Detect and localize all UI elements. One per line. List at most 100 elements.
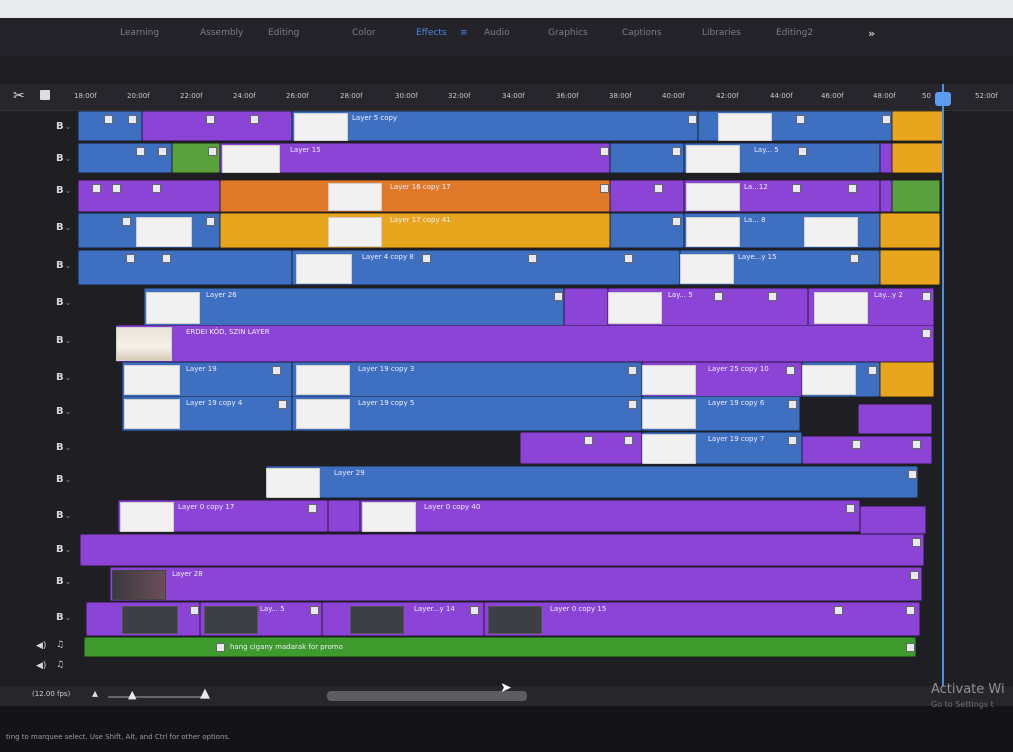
playhead-handle[interactable] xyxy=(935,92,951,106)
clip-layer-25-copy-10[interactable]: Layer 25 copy 10 xyxy=(642,362,802,397)
tab-editing2[interactable]: Editing2 xyxy=(776,28,813,38)
clip[interactable] xyxy=(328,500,360,532)
speaker-icon[interactable]: ◀) xyxy=(36,661,46,671)
film-icon[interactable]: Β xyxy=(56,121,64,132)
film-icon[interactable]: Β xyxy=(56,222,64,233)
snap-icon[interactable] xyxy=(40,90,50,100)
clip-layer-19-copy-5[interactable]: Layer 19 copy 5 xyxy=(292,396,642,431)
playhead-line[interactable] xyxy=(942,84,944,686)
track-3-header[interactable]: Β ⌄ xyxy=(0,175,78,205)
film-icon[interactable]: Β xyxy=(56,335,64,346)
clip[interactable] xyxy=(880,250,940,285)
clip[interactable] xyxy=(86,602,200,636)
clip-layer-0-copy-17[interactable]: Layer 0 copy 17 xyxy=(118,500,328,532)
clip[interactable] xyxy=(78,143,172,173)
chevron-down-icon[interactable]: ⌄ xyxy=(65,186,72,195)
track-9-header[interactable]: Β ⌄ xyxy=(0,396,78,426)
clip-layer-19[interactable]: Layer 19 xyxy=(122,362,292,397)
clip-la-12[interactable]: La...12 xyxy=(684,180,880,212)
zoom-out-icon[interactable]: ▴ xyxy=(92,686,98,700)
clip[interactable] xyxy=(880,213,940,248)
clip-layer-0-copy-15[interactable]: Layer 0 copy 15 xyxy=(484,602,920,636)
chevron-down-icon[interactable]: ⌄ xyxy=(65,154,72,163)
chevron-down-icon[interactable]: ⌄ xyxy=(65,475,72,484)
clip-layer-17-copy-41[interactable]: Layer 17 copy 41 xyxy=(220,213,610,248)
clip-layer-15[interactable]: Layer 15 xyxy=(220,143,610,173)
clip[interactable] xyxy=(78,250,292,285)
clip-layer-16-copy-17[interactable]: Layer 16 copy 17 xyxy=(220,180,610,212)
tab-color[interactable]: Color xyxy=(352,28,376,38)
clip-erdei-kod-szin-layer[interactable]: ERDEI KÓD, SZIN LAYER xyxy=(116,325,934,362)
clip[interactable] xyxy=(860,506,926,534)
clip-layer-y-14[interactable]: Layer...y 14 xyxy=(322,602,484,636)
clip[interactable] xyxy=(892,111,944,141)
film-icon[interactable]: Β xyxy=(56,260,64,271)
clip-laye-y-15[interactable]: Laye...y 15 xyxy=(680,250,880,285)
clip-layer-28[interactable]: Layer 28 xyxy=(110,567,922,601)
chevron-down-icon[interactable]: ⌄ xyxy=(65,298,72,307)
audio-track-1-header[interactable]: ◀) ♫ xyxy=(0,640,78,656)
audio-track-2-header[interactable]: ◀) ♫ xyxy=(0,660,78,676)
speaker-icon[interactable]: ◀) xyxy=(36,641,46,651)
clip-lay-y-2[interactable]: Lay...y 2 xyxy=(808,288,934,326)
chevron-down-icon[interactable]: ⌄ xyxy=(65,613,72,622)
clip-layer-19-copy-4[interactable]: Layer 19 copy 4 xyxy=(122,396,292,431)
tab-audio[interactable]: Audio xyxy=(484,28,510,38)
chevron-down-icon[interactable]: ⌄ xyxy=(65,336,72,345)
clip[interactable] xyxy=(78,213,220,248)
clip-layer-4-copy-8[interactable]: Layer 4 copy 8 xyxy=(292,250,680,285)
more-workspaces-button[interactable]: » xyxy=(868,27,875,40)
track-10-header[interactable]: Β ⌄ xyxy=(0,432,78,462)
track-12-header[interactable]: Β ⌄ xyxy=(0,500,78,530)
track-11-header[interactable]: Β ⌄ xyxy=(0,464,78,494)
clip-layer-19-copy-7[interactable]: Layer 19 copy 7 xyxy=(642,432,802,464)
scissors-icon[interactable]: ✂ xyxy=(13,88,25,104)
chevron-down-icon[interactable]: ⌄ xyxy=(65,443,72,452)
zoom-slider-thumb[interactable]: ▲ xyxy=(128,688,136,701)
clip[interactable] xyxy=(892,180,940,212)
clip-lay-5[interactable]: Lay... 5 xyxy=(684,143,880,173)
tab-libraries[interactable]: Libraries xyxy=(702,28,741,38)
clip[interactable] xyxy=(698,111,892,141)
clip[interactable] xyxy=(880,143,892,173)
film-icon[interactable]: Β xyxy=(56,576,64,587)
time-ruler[interactable]: 18:00f 20:00f 22:00f 24:00f 26:00f 28:00… xyxy=(0,84,1013,111)
film-icon[interactable]: Β xyxy=(56,474,64,485)
clip[interactable] xyxy=(172,143,220,173)
chevron-down-icon[interactable]: ⌄ xyxy=(65,407,72,416)
tab-effects-menu-icon[interactable]: ≡ xyxy=(460,28,468,38)
clip-lay-5c[interactable]: Lay... 5 xyxy=(200,602,322,636)
track-14-header[interactable]: Β ⌄ xyxy=(0,566,78,596)
clip[interactable] xyxy=(78,180,220,212)
clip[interactable] xyxy=(858,404,932,434)
clip-layer-29[interactable]: Layer 29 xyxy=(266,466,918,498)
film-icon[interactable]: Β xyxy=(56,372,64,383)
clip[interactable] xyxy=(80,534,924,566)
horizontal-scrollbar[interactable] xyxy=(327,691,527,701)
chevron-down-icon[interactable]: ⌄ xyxy=(65,122,72,131)
tab-effects[interactable]: Effects xyxy=(416,28,447,38)
clip-layer-19-copy-6[interactable]: Layer 19 copy 6 xyxy=(642,396,800,431)
clip-layer-0-copy-40[interactable]: Layer 0 copy 40 xyxy=(360,500,860,532)
film-icon[interactable]: Β xyxy=(56,612,64,623)
film-icon[interactable]: Β xyxy=(56,185,64,196)
film-icon[interactable]: Β xyxy=(56,544,64,555)
clip-la-8[interactable]: La... 8 xyxy=(684,213,880,248)
zoom-slider[interactable] xyxy=(108,696,208,698)
clip[interactable] xyxy=(564,288,608,326)
audio-clip-hang-cigany-madarak[interactable]: hang cigany madarak for promo xyxy=(84,637,916,657)
chevron-down-icon[interactable]: ⌄ xyxy=(65,511,72,520)
chevron-down-icon[interactable]: ⌄ xyxy=(65,373,72,382)
clip[interactable] xyxy=(78,111,142,141)
clip[interactable] xyxy=(802,362,880,397)
clip[interactable] xyxy=(892,143,944,173)
clip[interactable] xyxy=(880,180,892,212)
chevron-down-icon[interactable]: ⌄ xyxy=(65,577,72,586)
clip[interactable] xyxy=(610,180,684,212)
clip[interactable] xyxy=(802,436,932,464)
track-8-header[interactable]: Β ⌄ xyxy=(0,362,78,392)
clip-lay-5b[interactable]: Lay... 5 xyxy=(608,288,808,326)
film-icon[interactable]: Β xyxy=(56,510,64,521)
track-4-header[interactable]: Β ⌄ xyxy=(0,212,78,242)
film-icon[interactable]: Β xyxy=(56,297,64,308)
